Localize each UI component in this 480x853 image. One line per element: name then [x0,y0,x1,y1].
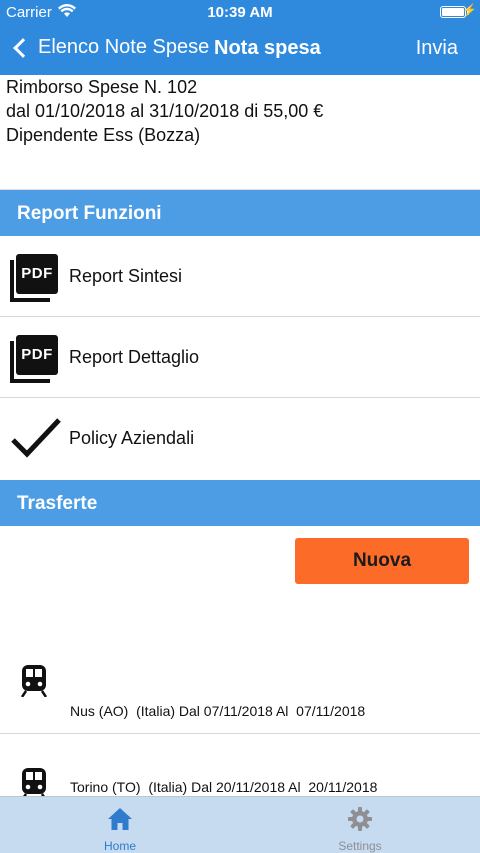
back-label: Elenco Note Spese [38,36,210,58]
train-icon [20,665,48,697]
nuova-button[interactable]: Nuova [295,538,469,584]
checkmark-icon [11,418,61,458]
tab-home-label: Home [103,839,136,853]
tab-home[interactable]: Home [0,797,240,853]
navigation-bar: Elenco Note Spese Nota spesa Invia [0,28,480,72]
section-header-report: Report Funzioni [0,190,480,236]
trip-row[interactable]: Nus (AO) (Italia) Dal 07/11/2018 Al 07/1… [0,631,480,734]
section-header-trasferte: Trasferte [0,480,480,526]
policy-aziendali-label: Policy Aziendali [69,428,195,448]
report-dettaglio-label: Report Dettaglio [69,346,200,367]
trip-description: Nus (AO) (Italia) Dal 07/11/2018 Al 07/1… [70,703,366,719]
report-sintesi-row[interactable]: PDF Report Sintesi [0,236,480,317]
chevron-left-icon [13,37,33,58]
home-icon [108,808,132,830]
expense-employee: Dipendente Ess (Bozza) [6,125,201,145]
charging-icon: ⚡ [462,3,477,17]
trip-description: Torino (TO) (Italia) Dal 20/11/2018 Al 2… [70,779,378,795]
gear-icon [348,807,372,831]
clock: 10:39 AM [207,4,273,21]
tab-bar: Home Settings [0,796,480,853]
policy-aziendali-row[interactable]: Policy Aziendali [0,398,480,479]
expense-period: dal 01/10/2018 al 31/10/2018 di 55,00 € [6,101,324,121]
back-button[interactable]: Elenco Note Spese [10,36,209,59]
tab-settings[interactable]: Settings [240,797,480,853]
report-sintesi-label: Report Sintesi [69,265,183,286]
expense-summary: Rimborso Spese N. 102 dal 01/10/2018 al … [6,75,323,147]
page-title: Nota spesa [214,37,321,59]
top-bar: Carrier 10:39 AM ⚡ Elenco Note Spese Not… [0,0,480,75]
report-dettaglio-row[interactable]: PDF Report Dettaglio [0,317,480,398]
pdf-icon: PDF [10,254,58,302]
tab-settings-label: Settings [338,839,382,853]
pdf-icon: PDF [10,335,58,383]
expense-number: Rimborso Spese N. 102 [6,77,198,97]
invia-button[interactable]: Invia [416,37,458,60]
status-bar: Carrier 10:39 AM ⚡ [0,0,480,24]
